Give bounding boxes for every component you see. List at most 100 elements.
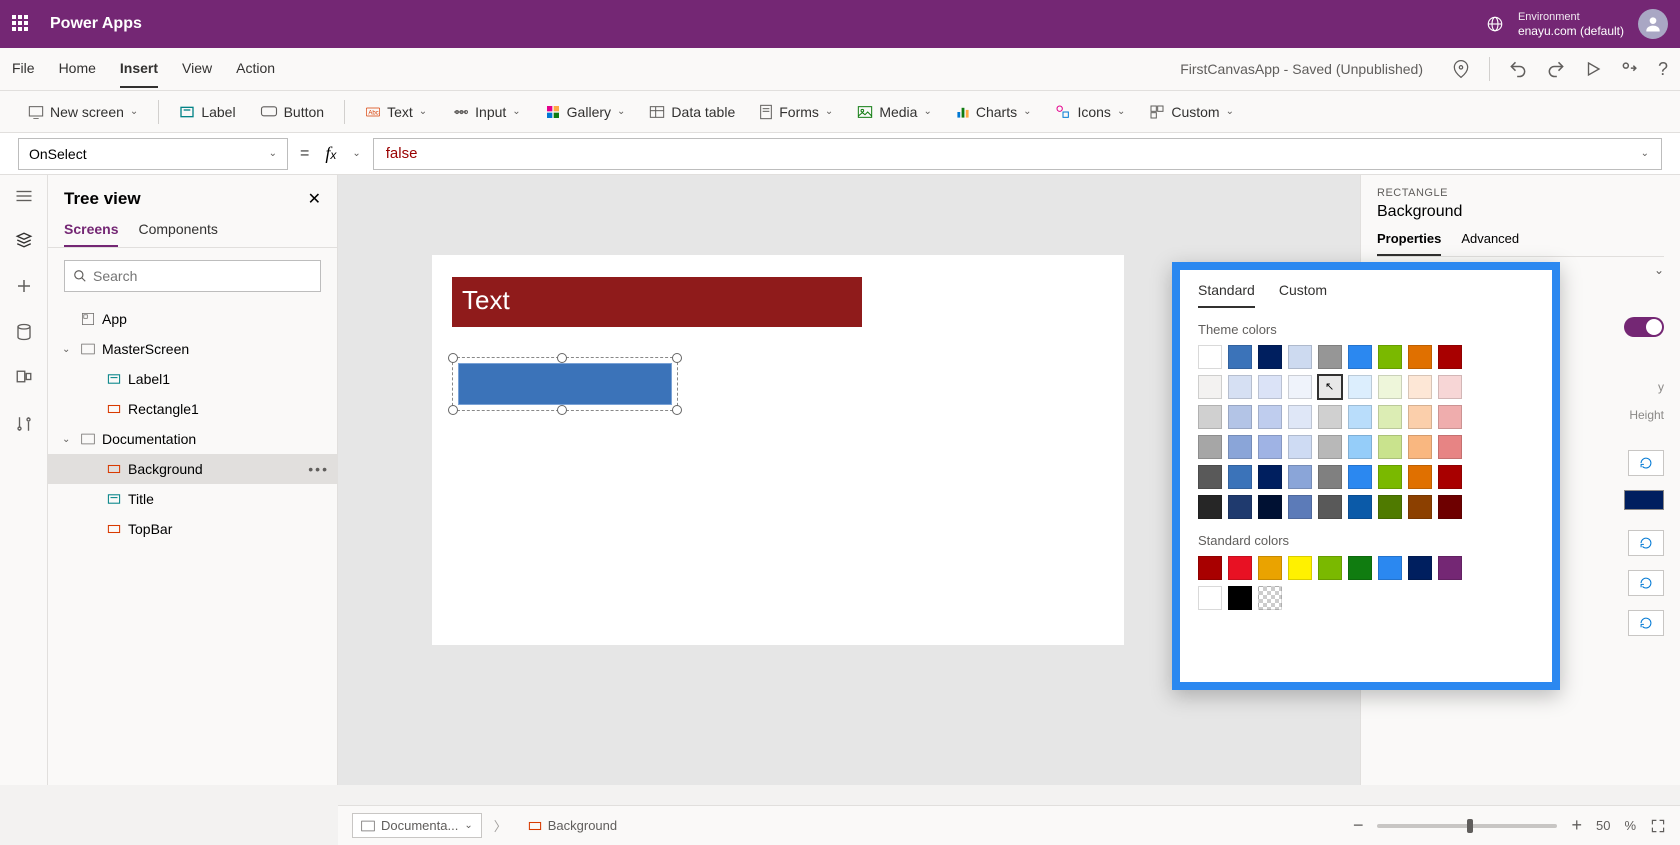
color-swatch[interactable] xyxy=(1288,556,1312,580)
color-swatch[interactable] xyxy=(1228,556,1252,580)
color-swatch[interactable] xyxy=(1198,375,1222,399)
color-swatch[interactable] xyxy=(1228,435,1252,459)
color-swatch[interactable] xyxy=(1258,435,1282,459)
color-swatch[interactable] xyxy=(1438,465,1462,489)
share-icon[interactable] xyxy=(1620,59,1640,79)
color-swatch[interactable] xyxy=(1438,405,1462,429)
color-swatch[interactable] xyxy=(1378,375,1402,399)
color-swatch[interactable] xyxy=(1198,465,1222,489)
tab-screens[interactable]: Screens xyxy=(64,221,118,247)
resize-handle[interactable] xyxy=(672,405,682,415)
color-swatch[interactable] xyxy=(1258,495,1282,519)
menu-view[interactable]: View xyxy=(182,50,212,88)
menu-action[interactable]: Action xyxy=(236,50,275,88)
color-swatch[interactable] xyxy=(1408,375,1432,399)
environment-block[interactable]: Environment enayu.com (default) xyxy=(1518,10,1624,38)
color-swatch[interactable] xyxy=(1438,495,1462,519)
color-swatch[interactable] xyxy=(1378,435,1402,459)
ribbon-gallery[interactable]: Gallery⌄ xyxy=(535,98,636,126)
menu-insert[interactable]: Insert xyxy=(120,50,158,88)
color-swatch[interactable] xyxy=(1288,495,1312,519)
screen-canvas[interactable]: Text xyxy=(432,255,1124,645)
tools-icon[interactable] xyxy=(15,415,33,433)
add-icon[interactable] xyxy=(15,277,33,295)
color-swatch[interactable] xyxy=(1258,586,1282,610)
formula-input[interactable]: false ⌄ xyxy=(373,138,1662,170)
tree-node-app[interactable]: App xyxy=(48,304,337,334)
breadcrumb-screen[interactable]: Documenta... ⌄ xyxy=(352,813,482,838)
tree-node-title[interactable]: Title xyxy=(48,484,337,514)
color-swatch[interactable] xyxy=(1378,345,1402,369)
menu-home[interactable]: Home xyxy=(59,50,96,88)
color-swatch[interactable] xyxy=(1438,435,1462,459)
color-swatch[interactable] xyxy=(1228,405,1252,429)
color-swatch[interactable] xyxy=(1348,345,1372,369)
help-icon[interactable]: ? xyxy=(1658,59,1668,80)
color-swatch[interactable] xyxy=(1348,465,1372,489)
picker-tab-standard[interactable]: Standard xyxy=(1198,282,1255,308)
waffle-icon[interactable] xyxy=(12,15,30,33)
color-swatch[interactable] xyxy=(1348,435,1372,459)
canvas-label-text[interactable]: Text xyxy=(452,277,862,327)
redo-icon[interactable] xyxy=(1546,59,1566,79)
color-swatch[interactable] xyxy=(1258,345,1282,369)
media-panel-icon[interactable] xyxy=(15,369,33,387)
reset-button[interactable] xyxy=(1628,570,1664,596)
database-icon[interactable] xyxy=(15,323,33,341)
tab-components[interactable]: Components xyxy=(138,221,217,247)
color-swatch[interactable] xyxy=(1348,495,1372,519)
tree-node-label1[interactable]: Label1 xyxy=(48,364,337,394)
hamburger-icon[interactable] xyxy=(15,189,33,203)
canvas-selected-rectangle[interactable] xyxy=(458,363,672,405)
more-icon[interactable]: ••• xyxy=(308,461,329,477)
color-swatch[interactable] xyxy=(1228,465,1252,489)
property-selector[interactable]: OnSelect ⌄ xyxy=(18,138,288,170)
ribbon-media[interactable]: Media⌄ xyxy=(847,98,942,126)
reset-button[interactable] xyxy=(1628,530,1664,556)
color-swatch[interactable] xyxy=(1288,405,1312,429)
color-swatch[interactable] xyxy=(1348,405,1372,429)
ribbon-new-screen[interactable]: New screen⌄ xyxy=(18,98,148,126)
color-swatch[interactable] xyxy=(1258,556,1282,580)
play-icon[interactable] xyxy=(1584,60,1602,78)
color-swatch[interactable] xyxy=(1378,556,1402,580)
color-swatch[interactable] xyxy=(1318,465,1342,489)
reset-button[interactable] xyxy=(1628,610,1664,636)
tree-search[interactable] xyxy=(64,260,321,292)
color-swatch[interactable] xyxy=(1318,556,1342,580)
color-swatch[interactable] xyxy=(1408,495,1432,519)
color-swatch[interactable] xyxy=(1378,405,1402,429)
tree-node-rectangle1[interactable]: Rectangle1 xyxy=(48,394,337,424)
tree-view-icon[interactable] xyxy=(15,231,33,249)
color-swatch[interactable] xyxy=(1318,345,1342,369)
visible-toggle[interactable] xyxy=(1624,317,1664,337)
color-swatch[interactable] xyxy=(1378,495,1402,519)
color-swatch[interactable] xyxy=(1408,435,1432,459)
breadcrumb-control[interactable]: Background xyxy=(519,813,626,838)
color-swatch[interactable] xyxy=(1288,375,1312,399)
tree-node-documentation[interactable]: ⌄ Documentation xyxy=(48,424,337,454)
color-swatch[interactable] xyxy=(1318,495,1342,519)
color-swatch[interactable] xyxy=(1378,465,1402,489)
ribbon-data-table[interactable]: Data table xyxy=(639,98,745,126)
resize-handle[interactable] xyxy=(557,405,567,415)
color-swatch[interactable] xyxy=(1258,405,1282,429)
color-swatch[interactable] xyxy=(1288,345,1312,369)
color-swatch[interactable] xyxy=(1288,435,1312,459)
resize-handle[interactable] xyxy=(448,405,458,415)
ribbon-label[interactable]: Label xyxy=(169,98,245,126)
color-swatch[interactable] xyxy=(1438,375,1462,399)
color-swatch[interactable] xyxy=(1258,375,1282,399)
color-swatch[interactable] xyxy=(1348,556,1372,580)
fx-icon[interactable]: fx xyxy=(321,143,340,164)
color-swatch[interactable] xyxy=(1198,495,1222,519)
tree-node-masterscreen[interactable]: ⌄ MasterScreen xyxy=(48,334,337,364)
resize-handle[interactable] xyxy=(448,353,458,363)
color-swatch[interactable] xyxy=(1228,495,1252,519)
tree-node-topbar[interactable]: TopBar xyxy=(48,514,337,544)
color-swatch[interactable] xyxy=(1198,405,1222,429)
reset-button[interactable] xyxy=(1628,450,1664,476)
control-name[interactable]: Background xyxy=(1377,203,1664,221)
tab-properties[interactable]: Properties xyxy=(1377,231,1441,256)
undo-icon[interactable] xyxy=(1508,59,1528,79)
